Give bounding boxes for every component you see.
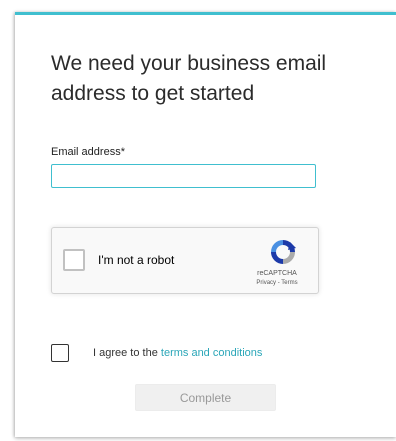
terms-checkbox[interactable] — [51, 344, 69, 362]
recaptcha-checkbox[interactable] — [63, 249, 85, 271]
terms-text: I agree to the terms and conditions — [93, 347, 262, 359]
email-label: Email address* — [51, 146, 125, 158]
page-title: We need your business email address to g… — [51, 52, 327, 105]
terms-prefix: I agree to the — [93, 347, 161, 359]
recaptcha-terms-link[interactable]: Terms — [281, 280, 297, 286]
recaptcha-label: I'm not a robot — [98, 253, 175, 267]
signup-card: We need your business email address to g… — [15, 12, 396, 437]
terms-link[interactable]: terms and conditions — [161, 347, 263, 359]
recaptcha-privacy-link[interactable]: Privacy — [256, 280, 276, 286]
recaptcha-brand: reCAPTCHA — [257, 270, 297, 277]
recaptcha-widget: I'm not a robot reCAPTCHA Privacy - Term… — [51, 227, 319, 294]
recaptcha-logo-icon — [271, 240, 296, 264]
page: We need your business email address to g… — [0, 0, 396, 441]
recaptcha-links: Privacy - Terms — [242, 280, 312, 286]
complete-button[interactable]: Complete — [135, 384, 276, 411]
email-field[interactable] — [51, 164, 316, 188]
